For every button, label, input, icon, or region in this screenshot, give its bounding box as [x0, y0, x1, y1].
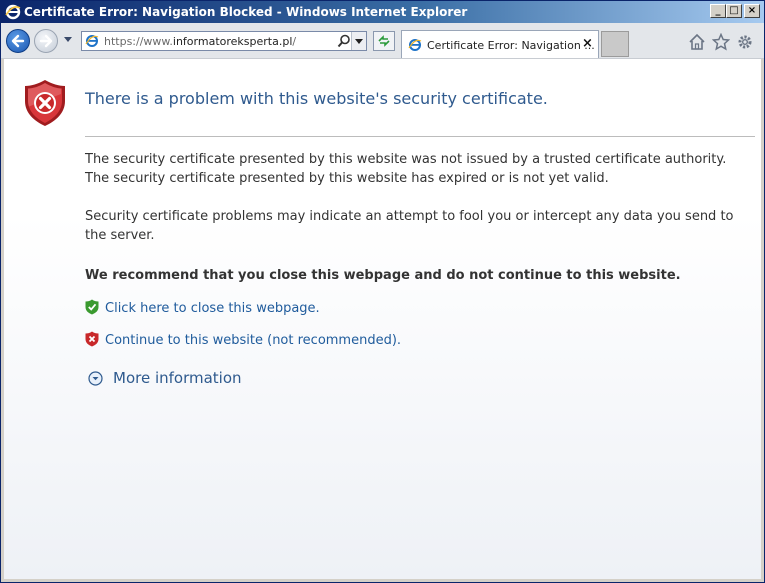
new-tab-button[interactable] [601, 31, 629, 57]
tab-certificate-error[interactable]: Certificate Error: Navigation ... × [401, 30, 599, 58]
gear-icon[interactable] [736, 33, 754, 51]
tab-title: Certificate Error: Navigation ... [427, 39, 595, 52]
forward-arrow-icon [39, 34, 53, 48]
page-title: There is a problem with this website's s… [85, 89, 548, 108]
ie-logo-icon [5, 4, 21, 20]
continue-link[interactable]: Continue to this website (not recommende… [105, 333, 401, 348]
navigation-bar: https://www.informatoreksperta.pl/ Certi… [1, 23, 764, 59]
search-icon[interactable] [337, 34, 351, 48]
shield-error-icon [25, 80, 65, 126]
star-icon[interactable] [712, 33, 730, 51]
green-shield-icon [85, 299, 99, 315]
error-details: The security certificate presented by th… [85, 150, 757, 188]
error-line-1: The security certificate presented by th… [85, 152, 727, 167]
forward-button[interactable] [34, 29, 58, 53]
ie-page-icon [85, 35, 99, 47]
back-button[interactable] [6, 29, 30, 53]
address-url: https://www.informatoreksperta.pl/ [104, 35, 297, 48]
ie-page-icon [408, 39, 422, 51]
title-bar: Certificate Error: Navigation Blocked - … [1, 1, 764, 23]
more-information-label[interactable]: More information [113, 369, 242, 387]
history-dropdown-icon[interactable] [64, 37, 72, 42]
close-window-button[interactable]: × [744, 4, 760, 18]
browser-window: Certificate Error: Navigation Blocked - … [0, 0, 765, 583]
refresh-button[interactable] [373, 31, 395, 51]
close-page-link[interactable]: Click here to close this webpage. [105, 301, 320, 316]
window-title: Certificate Error: Navigation Blocked - … [24, 5, 468, 19]
error-line-2: The security certificate presented by th… [85, 171, 609, 186]
red-shield-icon [85, 331, 99, 347]
warning-paragraph: Security certificate problems may indica… [85, 209, 734, 243]
address-dropdown-button[interactable] [351, 32, 366, 50]
back-arrow-icon [11, 34, 25, 48]
recommendation-text: We recommend that you close this webpage… [85, 268, 681, 283]
close-tab-button[interactable]: × [582, 36, 593, 51]
minimize-button[interactable]: _ [710, 4, 726, 18]
home-icon[interactable] [688, 33, 706, 51]
page-content: There is a problem with this website's s… [4, 59, 761, 579]
refresh-icon [378, 35, 390, 47]
maximize-button[interactable]: □ [726, 4, 742, 18]
expand-chevron-icon [88, 371, 103, 386]
divider [85, 136, 755, 137]
address-bar[interactable]: https://www.informatoreksperta.pl/ [81, 31, 367, 51]
